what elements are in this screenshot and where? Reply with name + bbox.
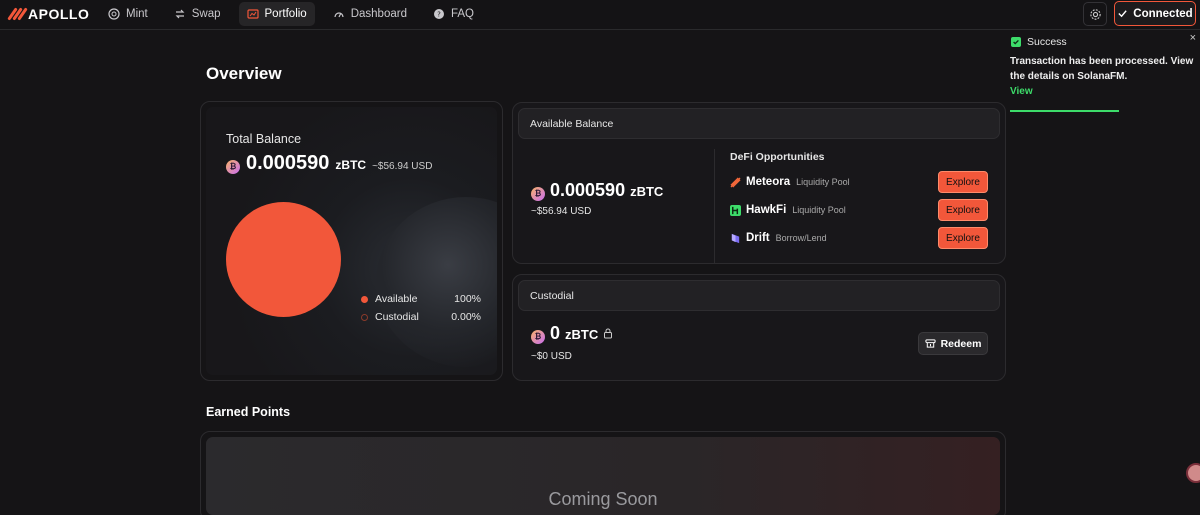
faq-icon: ?	[433, 9, 444, 19]
legend-label: Custodial	[375, 311, 419, 323]
custodial-unit: zBTC	[565, 327, 599, 342]
total-balance-panel: Total Balance ₿ 0.000590 zBTC ~$56.94 US…	[206, 107, 497, 375]
defi-name: Drift	[746, 232, 770, 244]
zbtc-coin-icon: ₿	[531, 329, 545, 344]
defi-opportunities-title: DeFi Opportunities	[730, 151, 825, 163]
explore-hawkfi-button[interactable]: Explore	[938, 199, 988, 221]
earned-points-title: Earned Points	[206, 405, 291, 419]
total-balance-card: Total Balance ₿ 0.000590 zBTC ~$56.94 US…	[200, 101, 503, 381]
nav-portfolio[interactable]: Portfolio	[238, 2, 315, 26]
toast-progress-bar	[1010, 110, 1119, 112]
nav-swap[interactable]: Swap	[166, 2, 229, 26]
total-balance-label: Total Balance	[226, 132, 302, 146]
nav-dashboard-label: Dashboard	[350, 8, 407, 20]
custodial-value: 0	[550, 323, 561, 343]
gear-icon	[1089, 8, 1101, 20]
balance-pie-chart	[226, 202, 341, 317]
meteora-logo-icon	[730, 176, 741, 188]
legend-item-available: Available 100%	[361, 290, 481, 308]
main-nav: Mint Swap Portfolio Dashboard ? FAQ	[100, 2, 492, 26]
floating-avatar-button[interactable]	[1186, 463, 1200, 483]
lock-icon	[604, 328, 613, 339]
custodial-card: Custodial ₿ 0 zBTC ~$0 USD Redeem	[512, 274, 1006, 381]
available-balance-value: 0.000590	[550, 180, 626, 200]
wallet-connected-button[interactable]: Connected	[1114, 1, 1196, 26]
custodial-usd: ~$0 USD	[531, 351, 572, 362]
page-title: Overview	[206, 64, 282, 83]
toast-header: Success	[1011, 36, 1067, 48]
available-balance-amount: ₿ 0.000590 zBTC	[531, 180, 663, 201]
explore-drift-button[interactable]: Explore	[938, 227, 988, 249]
coming-soon-label: Coming Soon	[548, 489, 658, 509]
redeem-icon	[924, 339, 936, 348]
nav-faq-label: FAQ	[450, 8, 474, 20]
legend-label: Available	[375, 293, 418, 305]
nav-mint-label: Mint	[126, 8, 148, 20]
apollo-logo[interactable]: APOLLO	[7, 6, 90, 22]
toast-title: Success	[1027, 36, 1067, 48]
pie-slice-available	[226, 202, 341, 317]
legend-value: 100%	[454, 293, 481, 305]
connected-label: Connected	[1133, 7, 1193, 20]
available-balance-usd: ~$56.94 USD	[531, 206, 592, 217]
total-balance-unit: zBTC	[335, 158, 367, 172]
vertical-divider	[714, 149, 715, 263]
defi-type: Borrow/Lend	[775, 233, 827, 243]
redeem-button[interactable]: Redeem	[918, 332, 988, 355]
custodial-header: Custodial	[518, 280, 1000, 311]
toast-message: Transaction has been processed. View the…	[1010, 56, 1194, 82]
earned-points-panel: Coming Soon	[206, 437, 1000, 515]
custodial-amount: ₿ 0 zBTC	[531, 323, 613, 344]
defi-item-hawkfi: HawkFi Liquidity Pool Explore	[730, 198, 988, 222]
hawkfi-logo-icon	[730, 204, 741, 216]
total-balance-usd: ~$56.94 USD	[372, 161, 433, 172]
redeem-label: Redeem	[940, 337, 982, 350]
defi-type: Liquidity Pool	[796, 177, 850, 187]
drift-logo-icon	[731, 233, 740, 243]
custodial-dot-icon	[361, 313, 368, 321]
defi-item-drift: Drift Borrow/Lend Explore	[730, 226, 988, 250]
portfolio-chart-icon	[246, 9, 259, 19]
toast-close-button[interactable]: ×	[1190, 32, 1196, 44]
pie-legend: Available 100% Custodial 0.00%	[361, 290, 481, 326]
total-balance-amount: ₿ 0.000590 zBTC ~$56.94 USD	[226, 152, 432, 175]
earned-points-card: Coming Soon	[200, 431, 1006, 515]
nav-dashboard[interactable]: Dashboard	[325, 2, 415, 26]
settings-button[interactable]	[1083, 2, 1107, 26]
defi-item-meteora: Meteora Liquidity Pool Explore	[730, 170, 988, 194]
defi-type: Liquidity Pool	[792, 205, 846, 215]
success-check-icon	[1011, 37, 1021, 47]
zbtc-coin-icon: ₿	[531, 186, 545, 201]
success-toast: Success × Transaction has been processed…	[1003, 30, 1200, 114]
nav-mint[interactable]: Mint	[100, 2, 156, 26]
defi-name: Meteora	[746, 176, 791, 188]
planet-background-image	[376, 197, 497, 367]
defi-name: HawkFi	[746, 204, 787, 216]
explore-meteora-button[interactable]: Explore	[938, 171, 988, 193]
nav-portfolio-label: Portfolio	[264, 8, 307, 20]
legend-value: 0.00%	[451, 311, 481, 323]
brand-name: APOLLO	[28, 6, 90, 22]
available-dot-icon	[361, 295, 368, 303]
gauge-icon	[334, 12, 344, 18]
available-balance-header: Available Balance	[518, 108, 1000, 139]
available-balance-card: Available Balance ₿ 0.000590 zBTC ~$56.9…	[512, 102, 1006, 264]
nav-faq[interactable]: ? FAQ	[425, 2, 482, 26]
available-balance-unit: zBTC	[630, 184, 664, 199]
svg-text:?: ?	[437, 11, 441, 19]
top-nav-bar: APOLLO Mint Swap Portfolio Dashboard ? F…	[0, 0, 1200, 30]
check-icon	[1118, 10, 1127, 18]
nav-swap-label: Swap	[191, 8, 221, 20]
coin-outline-icon	[108, 8, 120, 20]
total-balance-value: 0.000590	[246, 152, 330, 174]
toast-view-link[interactable]: View	[1010, 86, 1033, 97]
zbtc-coin-icon: ₿	[226, 159, 240, 174]
swap-arrows-icon	[175, 9, 185, 19]
apollo-logo-icon	[7, 7, 28, 21]
legend-item-custodial: Custodial 0.00%	[361, 308, 481, 326]
